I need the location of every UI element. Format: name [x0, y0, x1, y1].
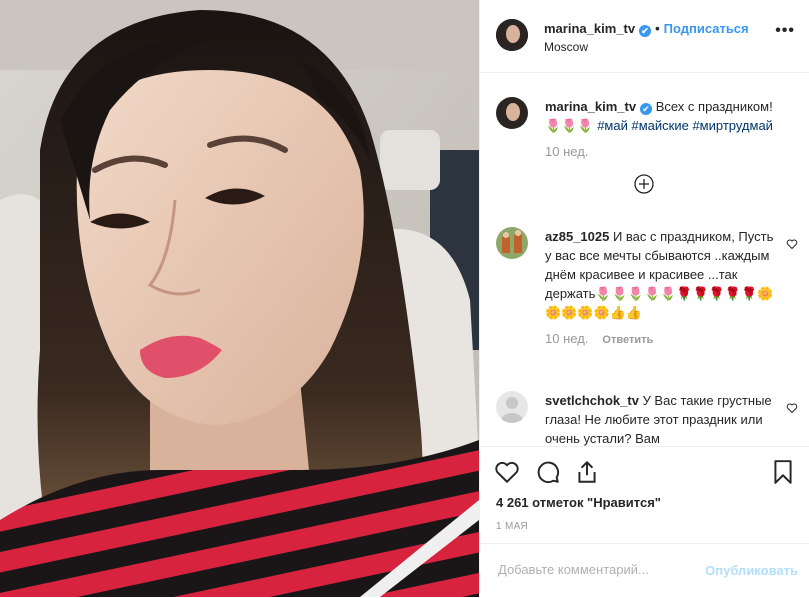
post-location[interactable]: Moscow — [544, 40, 588, 54]
comment-like-icon[interactable] — [786, 238, 798, 250]
verified-badge-icon: ✔ — [639, 25, 652, 37]
comment-username[interactable]: svetlchchok_tv — [545, 393, 639, 408]
post-header: marina_kim_tv ✔ • Подписаться Moscow ••• — [480, 0, 809, 73]
caption-username[interactable]: marina_kim_tv — [545, 99, 636, 114]
comment-body: az85_1025 И вас с праздником, Пусть у ва… — [545, 227, 781, 350]
caption-emoji: 🌷🌷🌷 — [545, 118, 594, 133]
comment-like-icon[interactable] — [786, 402, 798, 414]
comments-list[interactable]: marina_kim_tv ✔ Всех с праздником! 🌷🌷🌷 #м… — [480, 73, 809, 446]
post-photo[interactable] — [0, 0, 479, 597]
post-actions: 4 261 отметок "Нравится" 1 МАЯ — [480, 446, 809, 551]
reply-button[interactable]: Ответить — [602, 334, 653, 346]
share-icon[interactable] — [574, 459, 600, 485]
publish-button[interactable]: Опубликовать — [705, 563, 798, 578]
caption-avatar[interactable] — [496, 97, 528, 129]
verified-badge-icon: ✔ — [640, 103, 653, 115]
comment-time[interactable]: 10 нед. — [545, 331, 588, 346]
bookmark-icon[interactable] — [770, 459, 796, 485]
load-more-comments-icon[interactable] — [634, 174, 654, 194]
heart-icon[interactable] — [494, 459, 520, 485]
follow-button[interactable]: Подписаться — [664, 21, 749, 36]
comment-input[interactable] — [496, 561, 700, 578]
caption-body: marina_kim_tv ✔ Всех с праздником! 🌷🌷🌷 #м… — [545, 97, 781, 161]
add-comment-bar: Опубликовать — [480, 543, 809, 598]
commenter-avatar[interactable] — [496, 227, 528, 259]
caption-text: Всех с праздником! — [655, 99, 773, 114]
caption-time[interactable]: 10 нед. — [545, 142, 781, 161]
author-username[interactable]: marina_kim_tv — [544, 21, 635, 36]
post-date[interactable]: 1 МАЯ — [496, 521, 528, 532]
selfie-image — [0, 0, 479, 597]
likes-count[interactable]: 4 261 отметок "Нравится" — [496, 495, 661, 510]
more-options-icon[interactable]: ••• — [775, 22, 795, 40]
comment-body: svetlchchok_tv У Вас такие грустные глаз… — [545, 391, 781, 446]
author-avatar[interactable] — [496, 19, 528, 51]
hashtag-link[interactable]: #майские — [631, 118, 688, 133]
comment-icon[interactable] — [535, 459, 561, 485]
hashtag-link[interactable]: #миртрудмай — [692, 118, 773, 133]
separator-dot: • — [655, 21, 660, 36]
commenter-avatar[interactable] — [496, 391, 528, 423]
post-sidebar: marina_kim_tv ✔ • Подписаться Moscow ••• ma… — [479, 0, 809, 597]
comment-username[interactable]: az85_1025 — [545, 229, 609, 244]
hashtag-link[interactable]: #май — [597, 118, 628, 133]
